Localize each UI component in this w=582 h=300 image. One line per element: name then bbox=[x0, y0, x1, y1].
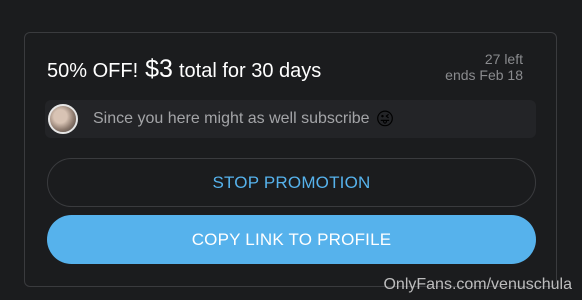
screen: 50% OFF! $3 total for 30 days 27 left en… bbox=[0, 0, 582, 300]
promotion-headline: 50% OFF! $3 total for 30 days bbox=[47, 55, 321, 84]
promotion-message: Since you here might as well subscribe 😜 bbox=[45, 100, 536, 138]
copy-link-to-profile-button[interactable]: COPY LINK TO PROFILE bbox=[47, 215, 536, 264]
discount-label: 50% OFF! bbox=[47, 60, 139, 82]
expiry-date: ends Feb 18 bbox=[445, 67, 523, 83]
promotion-meta: 27 left ends Feb 18 bbox=[445, 51, 523, 83]
promotion-price: $3 bbox=[145, 55, 173, 83]
promotion-message-text: Since you here might as well subscribe bbox=[93, 110, 370, 127]
stop-promotion-button[interactable]: STOP PROMOTION bbox=[47, 158, 536, 207]
remaining-count: 27 left bbox=[484, 51, 523, 67]
watermark: OnlyFans.com/venuschula bbox=[383, 276, 572, 293]
promotion-duration: total for 30 days bbox=[178, 60, 322, 82]
avatar bbox=[48, 104, 78, 134]
winking-tongue-emoji-icon: 😜 bbox=[375, 109, 395, 129]
promotion-card: 50% OFF! $3 total for 30 days 27 left en… bbox=[24, 32, 557, 287]
